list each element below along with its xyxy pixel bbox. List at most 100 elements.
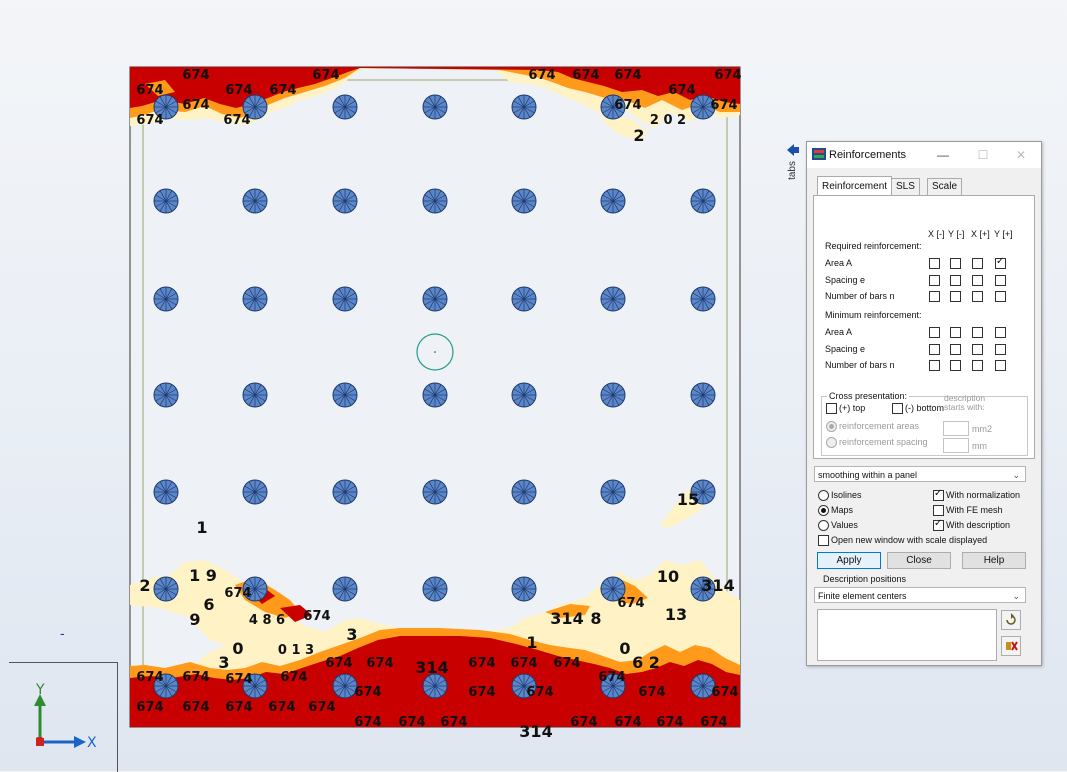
required-checkbox[interactable] bbox=[950, 258, 961, 269]
description-positions-list[interactable] bbox=[817, 609, 997, 661]
column-support[interactable] bbox=[600, 188, 626, 214]
minimum-checkbox[interactable] bbox=[929, 343, 940, 355]
column-support[interactable] bbox=[690, 286, 716, 312]
column-support[interactable] bbox=[242, 382, 268, 408]
spacing-description-input[interactable] bbox=[943, 438, 969, 453]
value-label: 2 0 2 bbox=[650, 113, 686, 128]
column-support[interactable] bbox=[600, 382, 626, 408]
description-checkbox[interactable] bbox=[933, 518, 944, 531]
maximize-button[interactable]: ☐ bbox=[969, 146, 997, 164]
tab-reinforcement[interactable]: Reinforcement bbox=[817, 176, 893, 195]
title-bar[interactable]: Reinforcements — ☐ ✕ bbox=[807, 142, 1041, 168]
minimum-checkbox[interactable] bbox=[950, 327, 961, 338]
column-support[interactable] bbox=[511, 479, 537, 505]
tabs-label[interactable]: tabs bbox=[787, 161, 798, 180]
column-support[interactable] bbox=[422, 479, 448, 505]
values-radio[interactable] bbox=[818, 520, 829, 531]
top-checkbox[interactable] bbox=[826, 403, 837, 414]
column-support[interactable] bbox=[242, 188, 268, 214]
column-support[interactable] bbox=[332, 286, 358, 312]
value-label: 674 bbox=[224, 586, 251, 601]
minimum-checkbox[interactable] bbox=[995, 327, 1006, 338]
value-label: 674 bbox=[225, 672, 252, 687]
required-checkbox[interactable] bbox=[995, 274, 1006, 286]
column-support[interactable] bbox=[422, 188, 448, 214]
column-support[interactable] bbox=[332, 673, 358, 699]
new-window-checkbox[interactable] bbox=[818, 535, 829, 546]
required-checkbox[interactable] bbox=[950, 274, 961, 286]
value-label: 674 bbox=[668, 83, 695, 98]
value-label: 0 bbox=[619, 639, 630, 658]
smoothing-select[interactable]: smoothing within a panel ⌄ bbox=[814, 466, 1026, 482]
minimum-checkbox[interactable] bbox=[929, 360, 940, 371]
column-support[interactable] bbox=[332, 382, 358, 408]
tab-scale[interactable]: Scale bbox=[927, 178, 963, 195]
column-support[interactable] bbox=[242, 479, 268, 505]
fe-mesh-checkbox[interactable] bbox=[933, 505, 944, 516]
required-checkbox[interactable] bbox=[972, 258, 983, 269]
description-positions-select[interactable]: Finite element centers ⌄ bbox=[814, 587, 1026, 603]
column-support[interactable] bbox=[422, 94, 448, 120]
minimum-checkbox[interactable] bbox=[950, 343, 961, 355]
column-support[interactable] bbox=[511, 188, 537, 214]
column-support[interactable] bbox=[332, 479, 358, 505]
column-support[interactable] bbox=[422, 286, 448, 312]
minimum-checkbox[interactable] bbox=[972, 360, 983, 371]
reinforcements-dialog: Reinforcements — ☐ ✕ Reinforcement SLS S… bbox=[806, 141, 1042, 666]
column-support[interactable] bbox=[690, 188, 716, 214]
areas-radio[interactable] bbox=[826, 421, 837, 432]
column-support[interactable] bbox=[153, 576, 179, 602]
apply-button[interactable]: Apply bbox=[817, 552, 881, 569]
required-checkbox[interactable] bbox=[972, 291, 983, 302]
minimum-checkbox[interactable] bbox=[972, 327, 983, 338]
column-support[interactable] bbox=[153, 382, 179, 408]
side-tabs-strip[interactable]: tabs bbox=[783, 141, 803, 661]
maps-radio[interactable] bbox=[818, 505, 829, 516]
column-support[interactable] bbox=[153, 286, 179, 312]
area-description-input[interactable] bbox=[943, 421, 969, 436]
refresh-button[interactable] bbox=[1001, 610, 1021, 630]
delete-button[interactable] bbox=[1001, 636, 1021, 656]
close-button[interactable]: Close bbox=[887, 552, 951, 569]
close-window-button[interactable]: ✕ bbox=[1007, 146, 1035, 164]
arrow-left-icon[interactable] bbox=[786, 143, 800, 157]
isolines-radio[interactable] bbox=[818, 490, 829, 501]
column-support[interactable] bbox=[511, 382, 537, 408]
value-label: 674 bbox=[572, 68, 599, 83]
column-support[interactable] bbox=[422, 382, 448, 408]
value-label: 674 bbox=[528, 68, 555, 83]
required-checkbox[interactable] bbox=[929, 258, 940, 269]
minimize-button[interactable]: — bbox=[929, 146, 957, 164]
minimum-checkbox[interactable] bbox=[995, 343, 1006, 355]
required-checkbox[interactable] bbox=[929, 274, 940, 286]
column-support[interactable] bbox=[332, 188, 358, 214]
column-support[interactable] bbox=[600, 479, 626, 505]
normalization-checkbox[interactable] bbox=[933, 488, 944, 501]
column-support[interactable] bbox=[153, 188, 179, 214]
column-support[interactable] bbox=[511, 576, 537, 602]
column-support[interactable] bbox=[422, 673, 448, 699]
column-support[interactable] bbox=[242, 286, 268, 312]
minimum-checkbox[interactable] bbox=[950, 360, 961, 371]
required-checkbox[interactable] bbox=[972, 274, 983, 286]
column-support[interactable] bbox=[511, 286, 537, 312]
required-checkbox[interactable] bbox=[995, 256, 1006, 269]
minimum-checkbox[interactable] bbox=[972, 343, 983, 355]
column-support[interactable] bbox=[511, 94, 537, 120]
minimum-checkbox[interactable] bbox=[929, 327, 940, 338]
minimum-checkbox[interactable] bbox=[995, 360, 1006, 371]
column-support[interactable] bbox=[153, 479, 179, 505]
column-support[interactable] bbox=[332, 576, 358, 602]
column-support[interactable] bbox=[690, 382, 716, 408]
value-label: 674 bbox=[570, 715, 597, 730]
spacing-radio[interactable] bbox=[826, 437, 837, 448]
help-button[interactable]: Help bbox=[962, 552, 1026, 569]
required-checkbox[interactable] bbox=[995, 291, 1006, 302]
tab-sls[interactable]: SLS bbox=[891, 178, 920, 195]
required-checkbox[interactable] bbox=[929, 291, 940, 302]
column-support[interactable] bbox=[422, 576, 448, 602]
required-checkbox[interactable] bbox=[950, 291, 961, 302]
bottom-checkbox[interactable] bbox=[892, 403, 903, 414]
column-support[interactable] bbox=[332, 94, 358, 120]
column-support[interactable] bbox=[600, 286, 626, 312]
